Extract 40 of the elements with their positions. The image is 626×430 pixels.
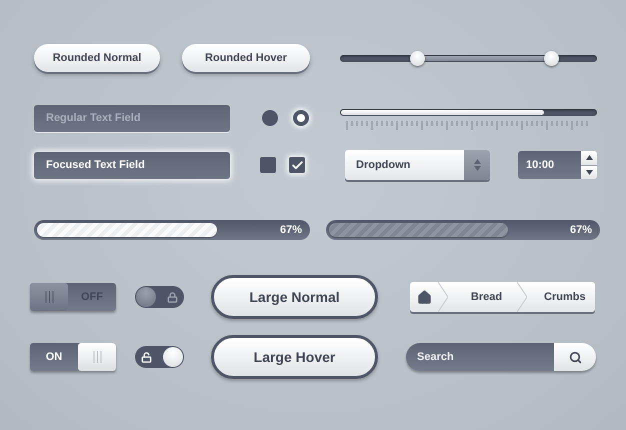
slider-fill[interactable] xyxy=(341,110,544,114)
up-arrow-icon xyxy=(474,159,480,164)
decrement-button[interactable] xyxy=(581,166,597,179)
progress-reading: 67% xyxy=(570,224,592,236)
grip-icon xyxy=(92,351,102,363)
chevron-divider-icon xyxy=(516,282,527,312)
search-button[interactable] xyxy=(554,343,596,371)
progress-reading: 67% xyxy=(280,224,302,236)
radio-button[interactable] xyxy=(293,110,309,126)
radio-button[interactable] xyxy=(262,110,278,126)
large-button[interactable]: Large Normal xyxy=(211,275,378,319)
time-stepper[interactable]: 10:00 xyxy=(518,151,597,179)
text-field[interactable]: Regular Text Field xyxy=(34,104,230,132)
breadcrumb-link[interactable]: Bread xyxy=(448,282,517,312)
slider-thumb[interactable] xyxy=(544,50,559,66)
increment-button[interactable] xyxy=(581,151,597,166)
lock-switch[interactable] xyxy=(135,286,184,308)
lock-switch[interactable] xyxy=(135,346,184,368)
unlock-icon xyxy=(141,352,152,362)
rounded-button[interactable]: Rounded Hover xyxy=(182,44,310,72)
home-icon xyxy=(416,290,432,304)
up-arrow-icon xyxy=(586,155,592,160)
large-button[interactable]: Large Hover xyxy=(211,335,378,379)
time-value: 10:00 xyxy=(525,159,556,171)
chevron-divider-icon xyxy=(438,282,448,312)
checkbox[interactable] xyxy=(260,157,276,173)
down-arrow-icon xyxy=(474,166,480,171)
grip-icon xyxy=(44,291,54,303)
down-arrow-icon xyxy=(586,170,592,175)
breadcrumb-link[interactable]: Crumbs xyxy=(526,282,596,312)
dropdown[interactable]: Dropdown xyxy=(345,150,490,180)
checkbox[interactable] xyxy=(289,157,305,173)
search-icon xyxy=(568,350,582,364)
lock-icon xyxy=(167,292,178,302)
toggle-switch[interactable]: ON xyxy=(30,343,116,371)
rounded-button[interactable]: Rounded Normal xyxy=(34,44,160,72)
slider-thumb[interactable] xyxy=(410,50,426,66)
check-icon xyxy=(290,158,304,172)
search-field[interactable]: Search xyxy=(406,343,554,371)
text-field[interactable]: Focused Text Field xyxy=(34,152,230,178)
